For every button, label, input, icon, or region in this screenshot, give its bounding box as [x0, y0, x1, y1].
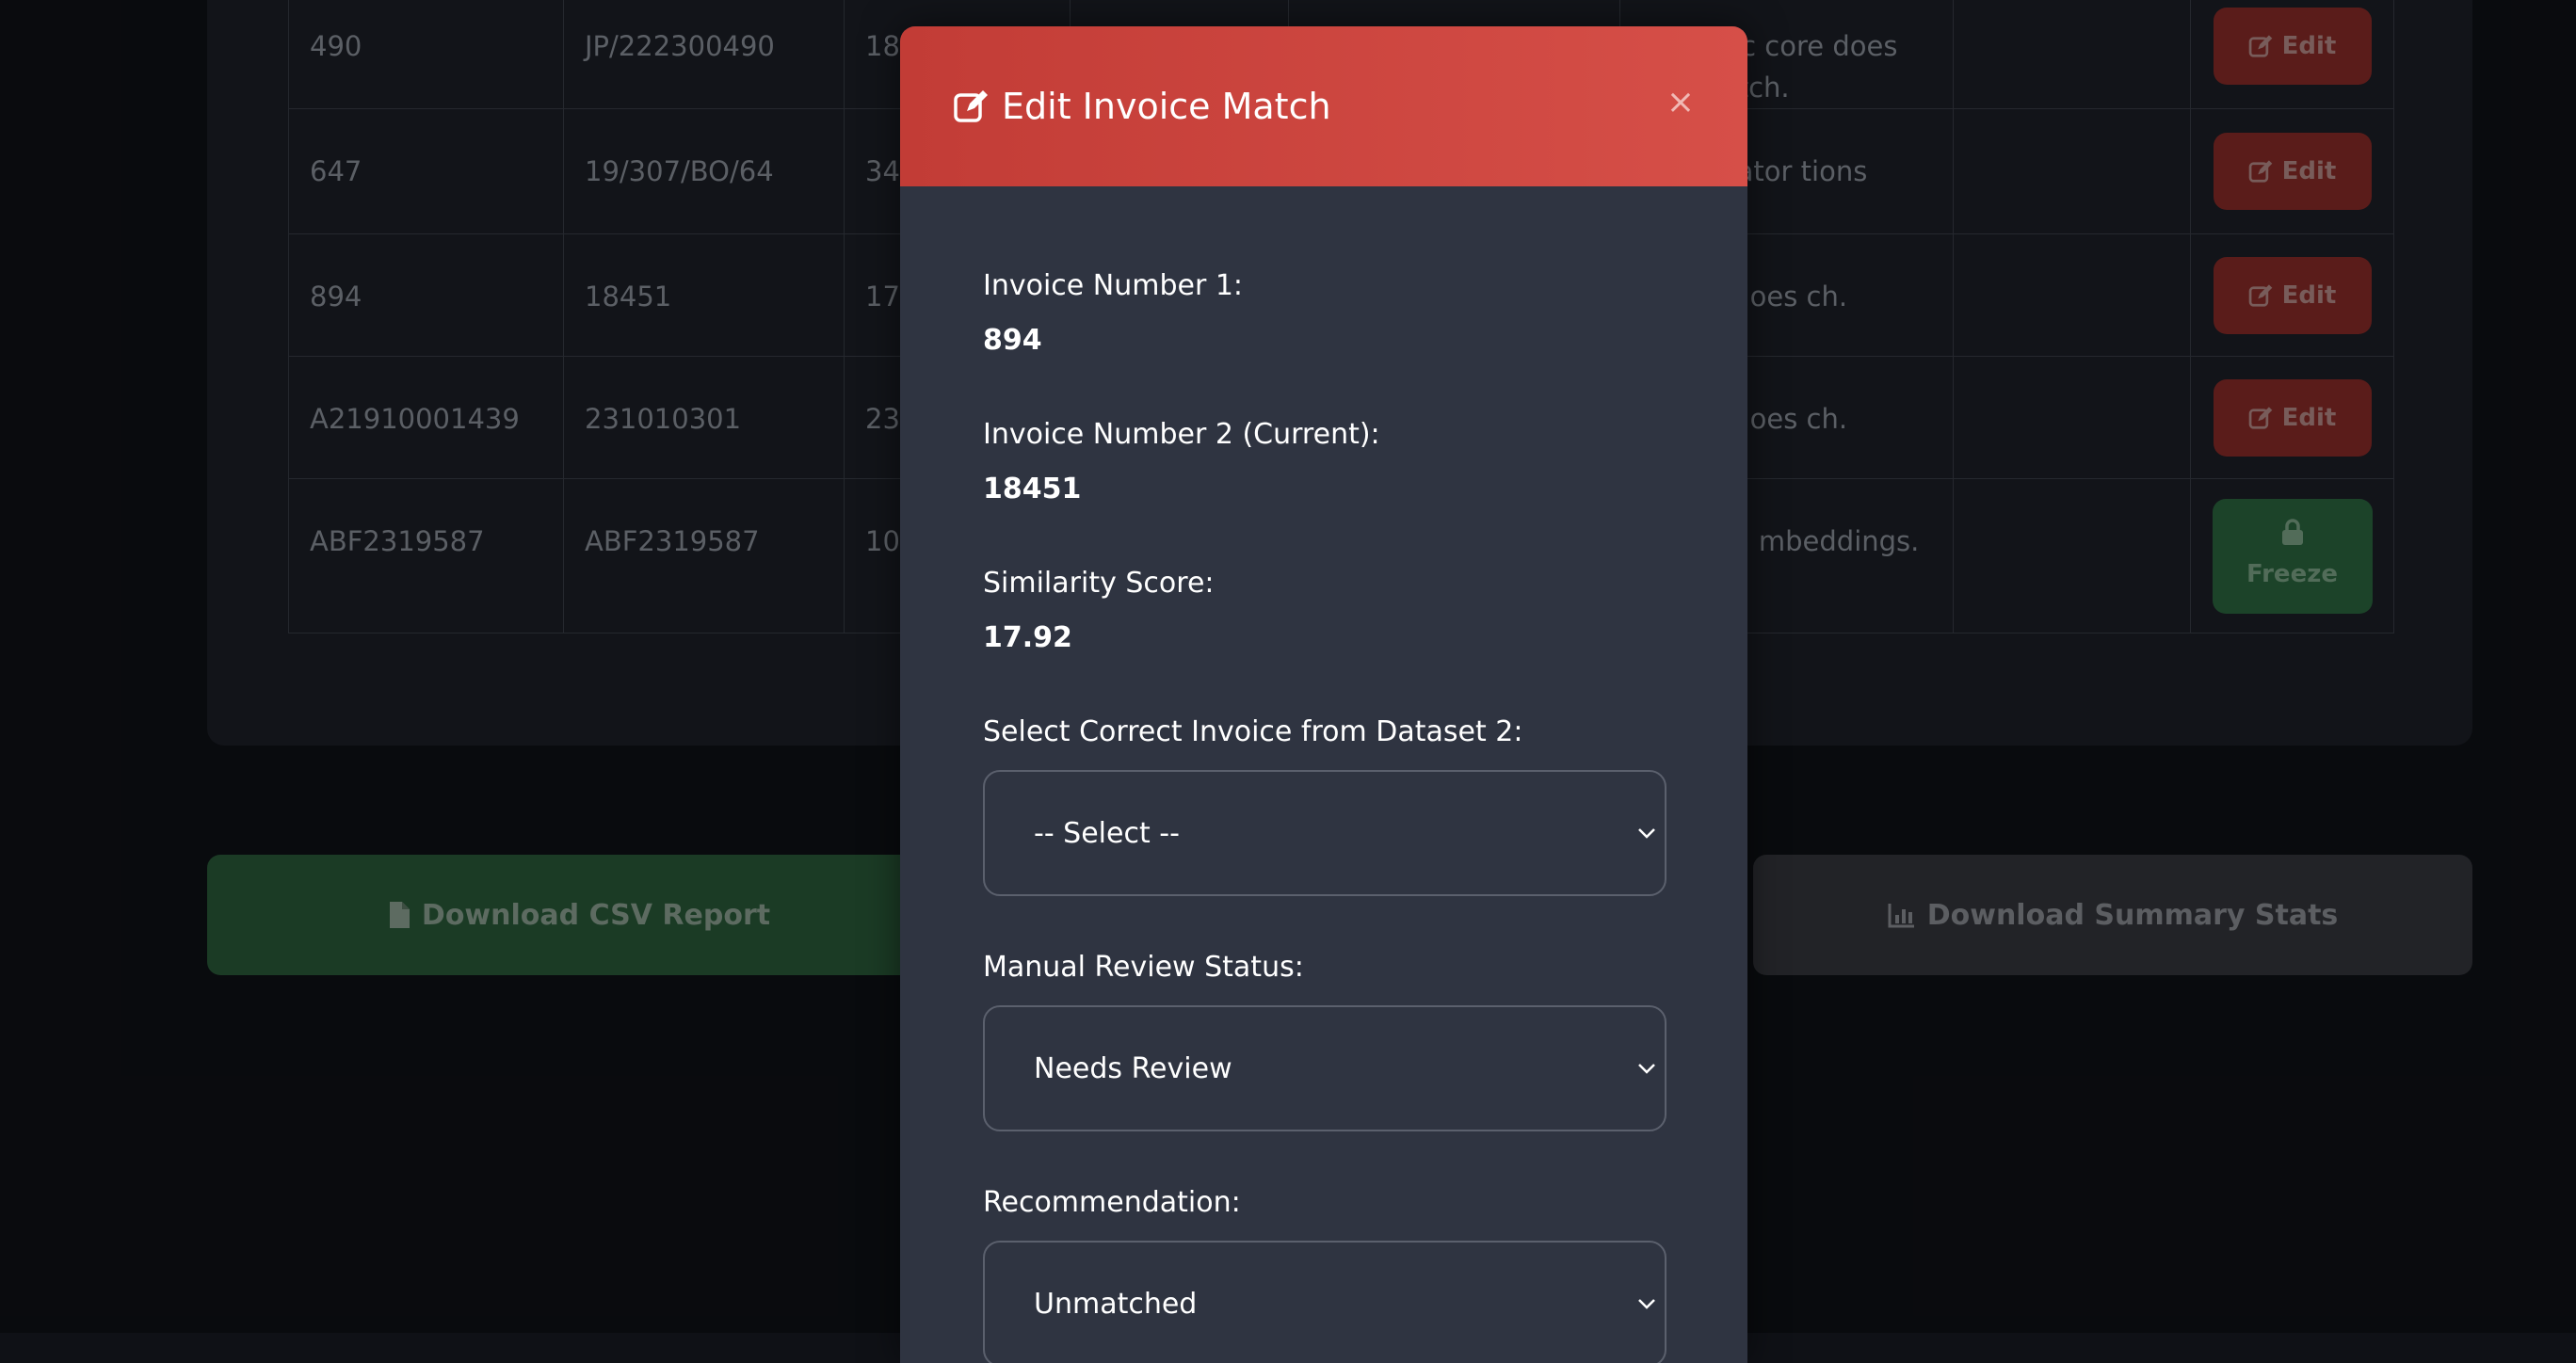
similarity-label: Similarity Score: [983, 567, 1215, 600]
invoice2-value: 18451 [983, 473, 1082, 505]
review-status-label: Manual Review Status: [983, 951, 1304, 984]
recommendation-dropdown[interactable]: Unmatched [983, 1241, 1666, 1363]
review-status-value: Needs Review [1034, 1051, 1232, 1085]
similarity-value: 17.92 [983, 621, 1072, 654]
recommendation-label: Recommendation: [983, 1186, 1241, 1219]
select-invoice-label: Select Correct Invoice from Dataset 2: [983, 715, 1523, 748]
invoice1-value: 894 [983, 324, 1042, 357]
select-invoice-dropdown[interactable]: -- Select -- [983, 770, 1666, 896]
recommendation-value: Unmatched [1034, 1287, 1198, 1321]
select-invoice-value: -- Select -- [1034, 816, 1180, 850]
invoice2-label: Invoice Number 2 (Current): [983, 418, 1380, 451]
chevron-down-icon [1638, 1299, 1655, 1309]
chevron-down-icon [1638, 828, 1655, 839]
close-icon[interactable]: × [1666, 83, 1695, 121]
review-status-dropdown[interactable]: Needs Review [983, 1005, 1666, 1131]
invoice1-label: Invoice Number 1: [983, 269, 1244, 302]
chevron-down-icon [1638, 1064, 1655, 1074]
modal-header: Edit Invoice Match × [900, 26, 1747, 186]
edit-icon [954, 90, 988, 122]
modal-title: Edit Invoice Match [1002, 86, 1331, 127]
edit-invoice-modal: Edit Invoice Match × Invoice Number 1: 8… [900, 26, 1747, 1363]
